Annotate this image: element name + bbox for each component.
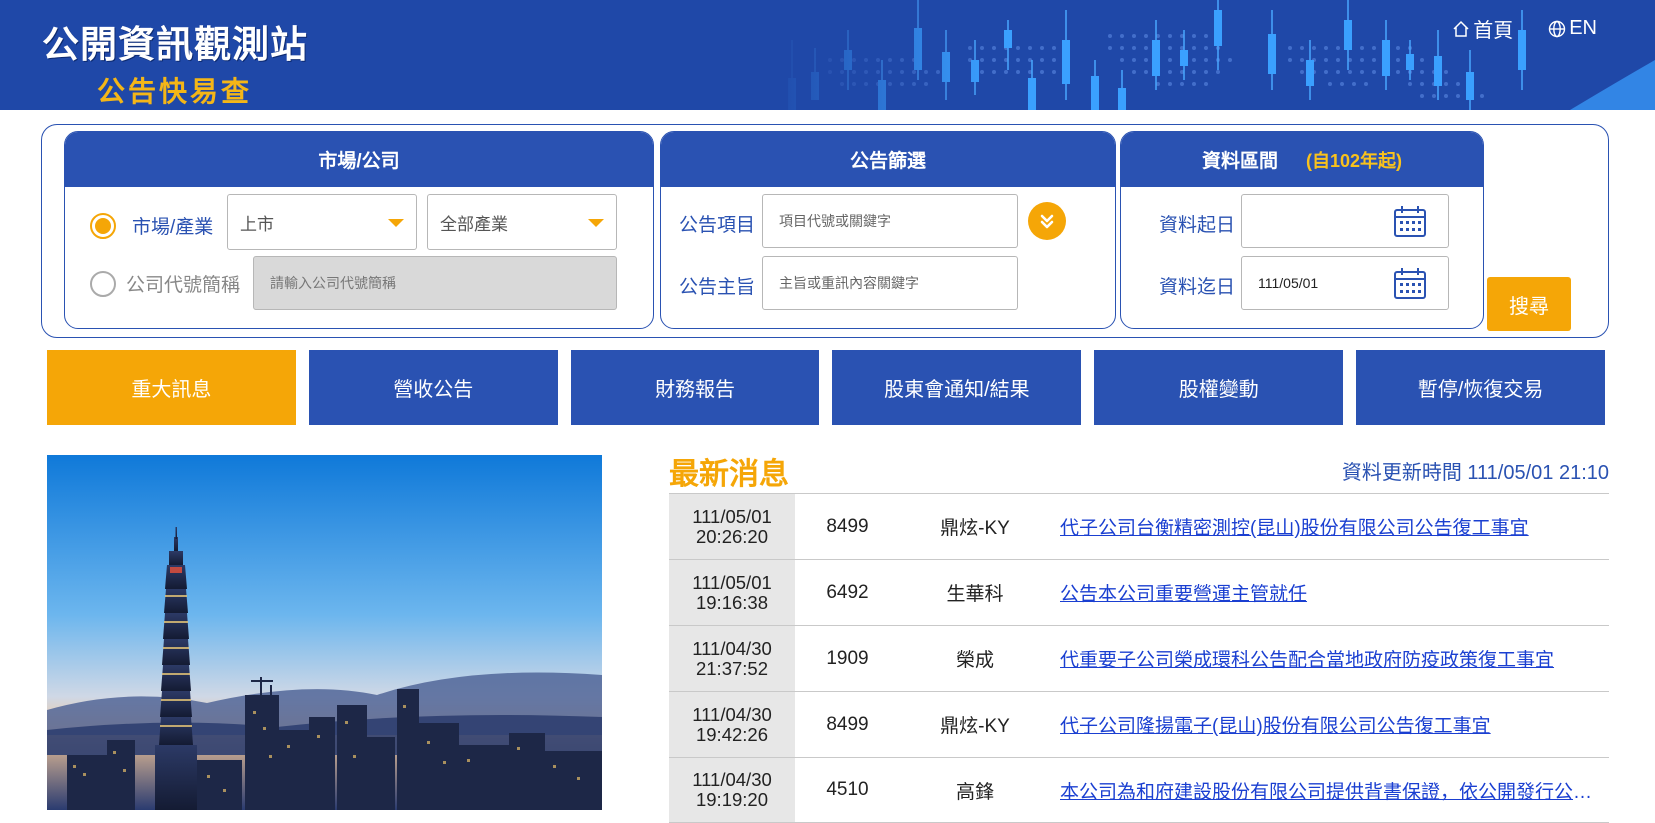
tab-shareholder-meeting[interactable]: 股東會通知/結果	[832, 350, 1082, 425]
market-radio-label: 市場/產業	[132, 217, 214, 238]
news-date: 111/05/01	[692, 505, 772, 527]
news-datetime: 111/04/30 21:37:52	[669, 626, 795, 691]
market-radio[interactable]	[90, 212, 116, 239]
date-range-header: 資料區間 (自102年起)	[1121, 132, 1483, 187]
news-updated-time: 資料更新時間 111/05/01 21:10	[1341, 462, 1609, 484]
market-select-value: 上市	[240, 214, 274, 234]
news-company-name: 高鋒	[955, 781, 994, 803]
news-time: 19:16:38	[695, 591, 768, 613]
item-placeholder: 項目代號或關鍵字	[779, 213, 891, 229]
announcement-filter-title: 公告篩選	[661, 132, 1115, 187]
market-select[interactable]: 上市	[227, 194, 417, 250]
subject-label: 公告主旨	[679, 277, 756, 298]
news-row: 111/04/30 21:37:52 1909 榮成 代重要子公司榮成環科公告配…	[669, 625, 1609, 691]
industry-select[interactable]: 全部產業	[427, 194, 617, 250]
calendar-icon[interactable]	[1393, 204, 1427, 238]
news-company-code: 1909	[826, 647, 869, 669]
news-title: 最新消息	[669, 458, 789, 491]
date-range-title: 資料區間	[1201, 151, 1278, 172]
news-table: 111/05/01 20:26:20 8499 鼎炫-KY 代子公司台衡精密測控…	[669, 493, 1609, 823]
news-time: 21:37:52	[695, 657, 768, 679]
expand-options-button[interactable]	[1028, 202, 1066, 240]
news-company-name: 生華科	[946, 584, 1004, 605]
news-company-code: 6492	[826, 581, 869, 603]
site-logo[interactable]: 公開資訊觀測站 公告快易查	[42, 14, 308, 110]
news-datetime: 111/04/30 19:19:20	[669, 758, 795, 822]
news-date: 111/04/30	[692, 637, 772, 659]
date-range-note: (自102年起)	[1305, 150, 1403, 171]
item-input[interactable]: 項目代號或關鍵字	[762, 194, 1018, 248]
search-panel: 市場/公司 市場/產業 上市 全部產業 公司代號簡稱 請輸入公司代號簡稱 公告篩…	[41, 124, 1609, 338]
market-company-title: 市場/公司	[65, 132, 653, 187]
subject-input[interactable]: 主旨或重訊內容關鍵字	[762, 256, 1018, 310]
news-datetime: 111/05/01 19:16:38	[669, 560, 795, 625]
tab-revenue[interactable]: 營收公告	[308, 350, 558, 425]
announcement-filter-box: 公告篩選 公告項目 項目代號或關鍵字 公告主旨 主旨或重訊內容關鍵字	[660, 131, 1116, 329]
news-company-code: 8499	[826, 713, 869, 735]
news-time: 20:26:20	[695, 525, 768, 547]
news-company-name: 鼎炫-KY	[940, 518, 1010, 539]
search-button[interactable]: 搜尋	[1487, 277, 1571, 331]
tab-equity-change[interactable]: 股權變動	[1094, 350, 1344, 425]
tab-financial-report[interactable]: 財務報告	[570, 350, 820, 425]
dropdown-arrow-icon	[588, 219, 604, 227]
company-code-placeholder: 請輸入公司代號簡稱	[270, 275, 396, 291]
news-time: 19:19:20	[695, 789, 768, 810]
site-header: 公開資訊觀測站 公告快易查 首頁 EN	[0, 0, 1655, 110]
end-date-label: 資料迄日	[1159, 277, 1236, 298]
news-row: 111/04/30 19:19:20 4510 高鋒 本公司為和府建設股份有限公…	[669, 757, 1609, 823]
logo-subtitle: 公告快易查	[97, 75, 253, 108]
news-company-code: 4510	[826, 779, 869, 800]
subject-placeholder: 主旨或重訊內容關鍵字	[779, 275, 919, 291]
top-nav: 首頁 EN	[1451, 14, 1597, 43]
date-range-box: 資料區間 (自102年起) 資料起日 資料迄日 111/05/01	[1120, 131, 1484, 329]
tab-trading-suspension[interactable]: 暫停/恢復交易	[1356, 350, 1605, 425]
logo-title: 公開資訊觀測站	[42, 22, 308, 66]
news-company-name: 鼎炫-KY	[940, 716, 1010, 737]
news-company-code: 8499	[826, 515, 869, 537]
dropdown-arrow-icon	[388, 219, 404, 227]
company-radio-row: 公司代號簡稱	[90, 270, 240, 297]
company-code-input[interactable]: 請輸入公司代號簡稱	[253, 256, 617, 310]
nav-home-label: 首頁	[1473, 20, 1514, 42]
taipei-skyline-banner	[47, 455, 602, 810]
news-time: 19:42:26	[695, 723, 768, 745]
calendar-icon[interactable]	[1393, 266, 1427, 300]
home-icon	[1453, 20, 1469, 37]
news-datetime: 111/05/01 20:26:20	[669, 494, 795, 559]
start-date-label: 資料起日	[1159, 215, 1236, 236]
news-company-name: 榮成	[955, 650, 994, 671]
company-radio[interactable]	[90, 270, 116, 297]
nav-english-link[interactable]: EN	[1547, 14, 1597, 43]
tab-material-info[interactable]: 重大訊息	[47, 350, 296, 425]
nav-english-label: EN	[1569, 17, 1597, 39]
news-date: 111/04/30	[692, 769, 772, 790]
category-tabs: 重大訊息 營收公告 財務報告 股東會通知/結果 股權變動 暫停/恢復交易	[47, 350, 1605, 425]
market-company-box: 市場/公司 市場/產業 上市 全部產業 公司代號簡稱 請輸入公司代號簡稱	[64, 131, 654, 329]
news-subject-link[interactable]: 代重要子公司榮成環科公告配合當地政府防疫政策復工事宜	[1050, 645, 1609, 672]
nav-home-link[interactable]: 首頁	[1451, 14, 1513, 43]
item-label: 公告項目	[679, 215, 756, 236]
market-radio-row: 市場/產業	[90, 212, 213, 239]
news-row: 111/04/30 19:42:26 8499 鼎炫-KY 代子公司隆揚電子(昆…	[669, 691, 1609, 757]
news-subject-link[interactable]: 代子公司隆揚電子(昆山)股份有限公司公告復工事宜	[1050, 711, 1609, 738]
news-header: 最新消息 資料更新時間 111/05/01 21:10	[669, 449, 1609, 493]
double-chevron-down-icon	[1040, 214, 1054, 229]
news-row: 111/05/01 19:16:38 6492 生華科 公告本公司重要營運主管就…	[669, 559, 1609, 625]
industry-select-value: 全部產業	[440, 214, 508, 234]
news-date: 111/04/30	[692, 703, 772, 725]
globe-icon	[1549, 20, 1566, 37]
news-date: 111/05/01	[692, 571, 772, 593]
news-subject-link[interactable]: 公告本公司重要營運主管就任	[1050, 579, 1609, 606]
news-datetime: 111/04/30 19:42:26	[669, 692, 795, 757]
news-subject-link[interactable]: 本公司為和府建設股份有限公司提供背書保證，依公開發行公司資金貸與及背書保證處理準…	[1050, 777, 1609, 804]
news-subject-link[interactable]: 代子公司台衡精密測控(昆山)股份有限公司公告復工事宜	[1050, 513, 1609, 540]
news-row: 111/05/01 20:26:20 8499 鼎炫-KY 代子公司台衡精密測控…	[669, 493, 1609, 559]
company-radio-label: 公司代號簡稱	[126, 275, 241, 296]
end-date-value: 111/05/01	[1258, 275, 1319, 291]
